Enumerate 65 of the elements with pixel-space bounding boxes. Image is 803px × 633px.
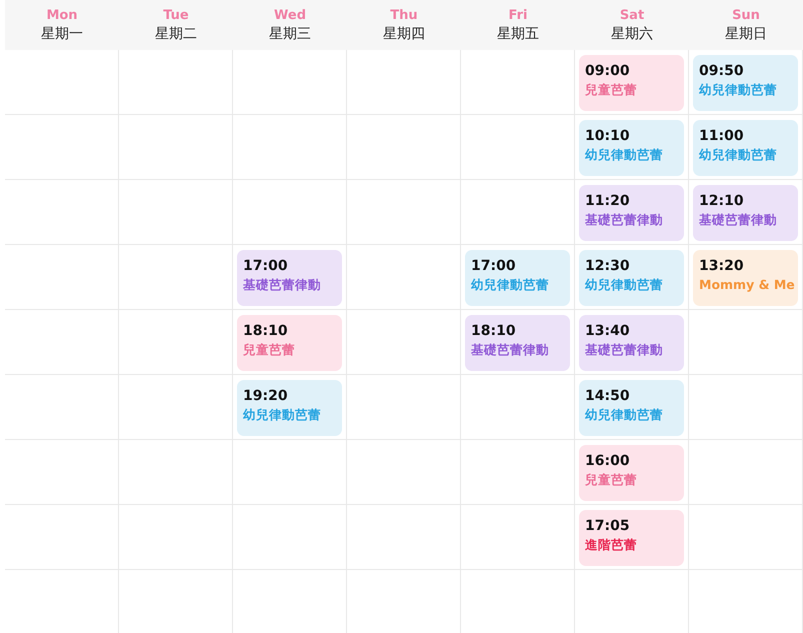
day-name: 星期三	[269, 24, 311, 42]
class-card[interactable]: 17:00 基礎芭蕾律動	[237, 250, 342, 306]
class-title: Mommy & Me	[699, 277, 792, 292]
day-abbreviation: Fri	[508, 8, 528, 22]
class-card[interactable]: 16:00 兒童芭蕾	[579, 445, 684, 501]
class-title: 兒童芭蕾	[585, 472, 638, 489]
class-time: 12:30	[585, 258, 631, 274]
class-title: 基礎芭蕾律動	[585, 342, 664, 359]
class-time: 17:00	[471, 258, 517, 274]
day-abbreviation: Wed	[274, 8, 306, 22]
class-title: 兒童芭蕾	[243, 342, 296, 359]
day-abbreviation: Sun	[732, 8, 760, 22]
class-card[interactable]: 19:20 幼兒律動芭蕾	[237, 380, 342, 436]
class-card[interactable]: 09:00 兒童芭蕾	[579, 55, 684, 111]
class-time: 09:50	[699, 63, 745, 79]
class-title: 幼兒律動芭蕾	[471, 277, 550, 294]
class-time: 10:10	[585, 128, 631, 144]
class-title: 基礎芭蕾律動	[699, 212, 778, 229]
class-title: 幼兒律動芭蕾	[585, 147, 664, 164]
day-abbreviation: Tue	[163, 8, 189, 22]
class-card[interactable]: 17:00 幼兒律動芭蕾	[465, 250, 570, 306]
day-name: 星期四	[383, 24, 425, 42]
day-abbreviation: Thu	[390, 8, 418, 22]
class-card[interactable]: 18:10 基礎芭蕾律動	[465, 315, 570, 371]
class-title: 幼兒律動芭蕾	[699, 82, 778, 99]
day-abbreviation: Mon	[46, 8, 78, 22]
class-time: 09:00	[585, 63, 631, 79]
class-time: 12:10	[699, 193, 745, 209]
class-title: 基礎芭蕾律動	[471, 342, 550, 359]
class-card[interactable]: 12:10 基礎芭蕾律動	[693, 185, 798, 241]
class-time: 16:00	[585, 453, 631, 469]
day-name: 星期二	[155, 24, 197, 42]
class-card[interactable]: 12:30 幼兒律動芭蕾	[579, 250, 684, 306]
day-name: 星期一	[41, 24, 83, 42]
day-name: 星期六	[611, 24, 653, 42]
class-time: 19:20	[243, 388, 289, 404]
class-card[interactable]: 10:10 幼兒律動芭蕾	[579, 120, 684, 176]
class-card[interactable]: 11:00 幼兒律動芭蕾	[693, 120, 798, 176]
class-title: 進階芭蕾	[585, 537, 638, 554]
class-card[interactable]: 18:10 兒童芭蕾	[237, 315, 342, 371]
class-card[interactable]: 09:50 幼兒律動芭蕾	[693, 55, 798, 111]
class-card[interactable]: 13:40 基礎芭蕾律動	[579, 315, 684, 371]
class-title: 幼兒律動芭蕾	[699, 147, 778, 164]
class-time: 17:05	[585, 518, 631, 534]
class-title: 基礎芭蕾律動	[585, 212, 664, 229]
day-name: 星期五	[497, 24, 539, 42]
class-title: 基礎芭蕾律動	[243, 277, 322, 294]
class-time: 18:10	[243, 323, 289, 339]
class-time: 11:00	[699, 128, 745, 144]
class-card[interactable]: 14:50 幼兒律動芭蕾	[579, 380, 684, 436]
class-time: 13:40	[585, 323, 631, 339]
class-time: 17:00	[243, 258, 289, 274]
class-title: 幼兒律動芭蕾	[585, 277, 664, 294]
class-card[interactable]: 11:20 基礎芭蕾律動	[579, 185, 684, 241]
day-abbreviation: Sat	[620, 8, 644, 22]
class-title: 幼兒律動芭蕾	[243, 407, 322, 424]
class-time: 18:10	[471, 323, 517, 339]
day-name: 星期日	[725, 24, 767, 42]
class-card[interactable]: 17:05 進階芭蕾	[579, 510, 684, 566]
class-title: 幼兒律動芭蕾	[585, 407, 664, 424]
class-time: 13:20	[699, 258, 745, 274]
class-time: 14:50	[585, 388, 631, 404]
class-title: 兒童芭蕾	[585, 82, 638, 99]
class-time: 11:20	[585, 193, 631, 209]
class-card[interactable]: 13:20 Mommy & Me	[693, 250, 798, 306]
